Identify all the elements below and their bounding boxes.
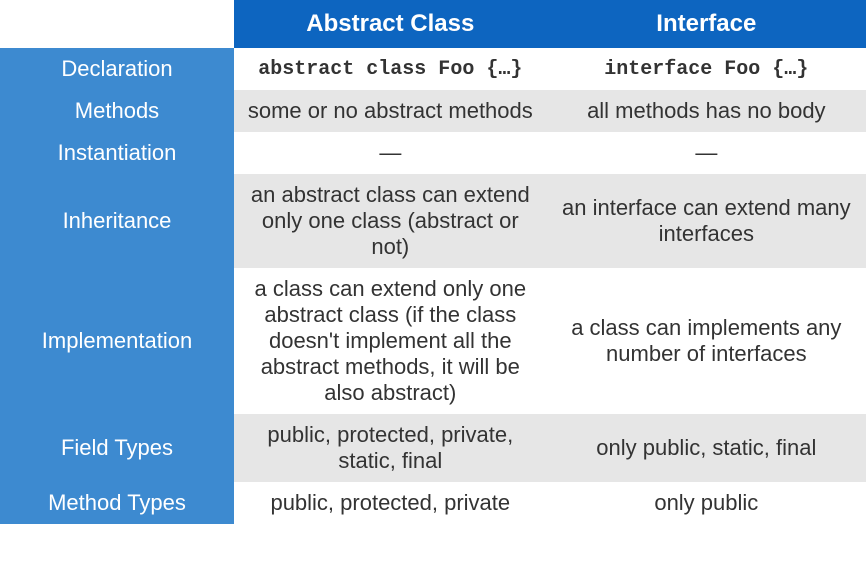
cell-value: a class can implements any number of int… xyxy=(547,268,866,414)
cell-value: a class can extend only one abstract cla… xyxy=(234,268,547,414)
row-label: Implementation xyxy=(0,268,234,414)
row-label: Field Types xyxy=(0,414,234,482)
table-row: Instantiation — — xyxy=(0,132,866,174)
cell-value: public, protected, private, static, fina… xyxy=(234,414,547,482)
row-label: Instantiation xyxy=(0,132,234,174)
comparison-table: Abstract Class Interface Declaration abs… xyxy=(0,0,866,524)
row-label: Declaration xyxy=(0,48,234,90)
cell-value: an interface can extend many interfaces xyxy=(547,174,866,268)
row-label: Method Types xyxy=(0,482,234,524)
table-row: Field Types public, protected, private, … xyxy=(0,414,866,482)
header-col-abstract: Abstract Class xyxy=(234,0,547,48)
header-blank xyxy=(0,0,234,48)
table-row: Methods some or no abstract methods all … xyxy=(0,90,866,132)
table-row: Implementation a class can extend only o… xyxy=(0,268,866,414)
cell-value: only public, static, final xyxy=(547,414,866,482)
row-label: Inheritance xyxy=(0,174,234,268)
cell-value: — xyxy=(234,132,547,174)
cell-value: only public xyxy=(547,482,866,524)
cell-value: abstract class Foo {…} xyxy=(234,48,547,90)
table-row: Inheritance an abstract class can extend… xyxy=(0,174,866,268)
cell-value: some or no abstract methods xyxy=(234,90,547,132)
header-col-interface: Interface xyxy=(547,0,866,48)
cell-value: all methods has no body xyxy=(547,90,866,132)
cell-value: — xyxy=(547,132,866,174)
table-row: Declaration abstract class Foo {…} inter… xyxy=(0,48,866,90)
table-header-row: Abstract Class Interface xyxy=(0,0,866,48)
table-row: Method Types public, protected, private … xyxy=(0,482,866,524)
cell-value: an abstract class can extend only one cl… xyxy=(234,174,547,268)
row-label: Methods xyxy=(0,90,234,132)
cell-value: public, protected, private xyxy=(234,482,547,524)
cell-value: interface Foo {…} xyxy=(547,48,866,90)
